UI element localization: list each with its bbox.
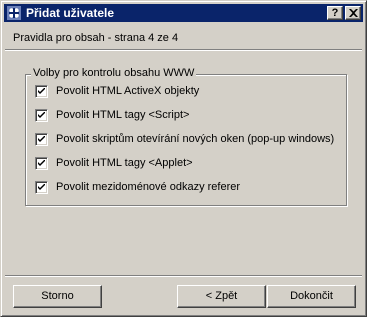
option-label: Povolit mezidoménové odkazy referer: [56, 181, 241, 193]
finish-button[interactable]: Dokončit: [267, 285, 356, 308]
checkmark-icon: [38, 88, 45, 94]
checkmark-icon: [38, 184, 45, 190]
script-tags-checkbox[interactable]: [35, 109, 48, 122]
footer-separator: [5, 275, 362, 277]
users-icon: [6, 5, 22, 21]
cancel-button[interactable]: Storno: [13, 285, 102, 308]
applet-tags-checkbox[interactable]: [35, 157, 48, 170]
back-button[interactable]: < Zpět: [177, 285, 266, 308]
help-button[interactable]: ?: [327, 6, 343, 20]
activex-checkbox[interactable]: [35, 85, 48, 98]
option-label: Povolit HTML tagy <Applet>: [56, 157, 193, 169]
close-icon: [349, 9, 358, 17]
option-label: Povolit HTML ActiveX objekty: [56, 85, 200, 97]
option-label: Povolit HTML tagy <Script>: [56, 109, 190, 121]
dialog-window: Přidat uživatele ? Pravidla pro obsah - …: [0, 0, 367, 317]
header-separator: [5, 49, 362, 51]
checkmark-icon: [38, 112, 45, 118]
checkmark-icon: [38, 136, 45, 142]
window-title: Přidat uživatele: [26, 6, 115, 20]
page-subtitle: Pravidla pro obsah - strana 4 ze 4: [13, 32, 179, 44]
popup-windows-checkbox[interactable]: [35, 133, 48, 146]
option-label: Povolit skriptům otevírání nových oken (…: [56, 133, 335, 145]
checkmark-icon: [38, 160, 45, 166]
cross-domain-referer-checkbox[interactable]: [35, 181, 48, 194]
title-bar[interactable]: Přidat uživatele ?: [4, 4, 363, 22]
groupbox-legend: Volby pro kontrolu obsahu WWW: [31, 67, 197, 79]
close-button[interactable]: [345, 6, 361, 20]
